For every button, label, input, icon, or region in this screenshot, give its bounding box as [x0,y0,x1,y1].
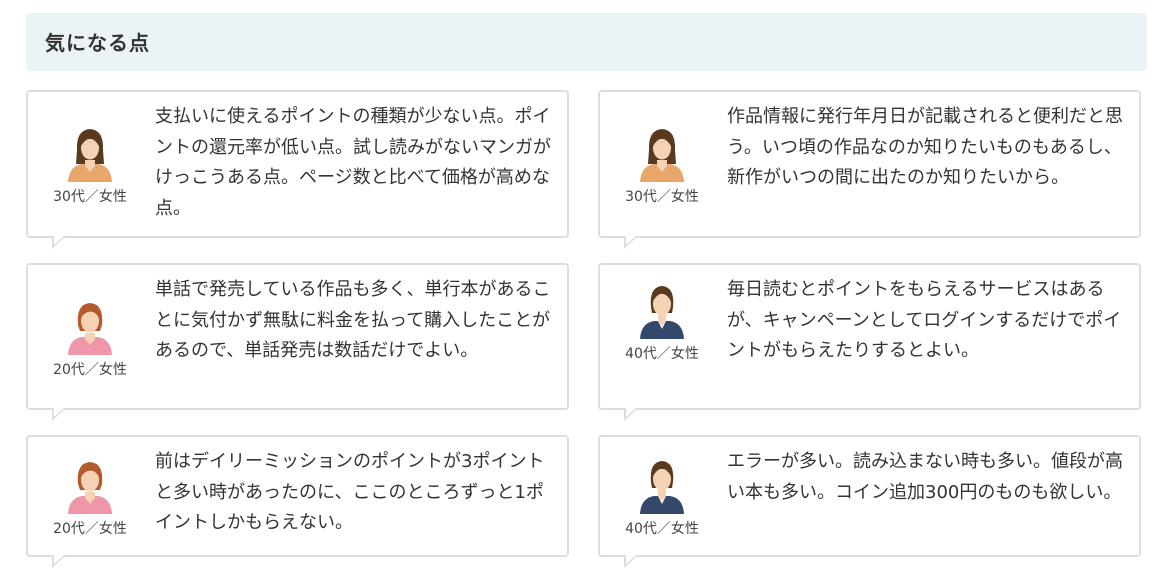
review-comment: 作品情報に発行年月日が記載されると便利だと思う。いつ頃の作品なのか知りたいものも… [727,106,1123,188]
section-header: 気になる点 [26,13,1147,71]
review-comment: 毎日読むとポイントをもらえるサービスはあるが、キャンペーンとしてログインするだけ… [727,279,1122,361]
reviewer-age-gender: 20代／女性 [53,521,127,537]
review-comment: 支払いに使えるポイントの種類が少ない点。ポイントの還元率が低い点。試し読みがない… [155,106,551,219]
reviewer-info: 20代／女性 [28,265,152,408]
female-pink-avatar-icon [68,302,112,355]
reviewer-info: 20代／女性 [28,437,152,555]
female-navy-avatar-icon [640,286,684,339]
reviewer-info: 40代／女性 [600,265,724,408]
section-title: 気になる点 [45,31,150,55]
reviewer-info: 30代／女性 [28,92,152,236]
review-comment: エラーが多い。読み込まない時も多い。値段が高い本も多い。コイン追加300円のもの… [727,451,1123,503]
review-card: 30代／女性 支払いに使えるポイントの種類が少ない点。ポイントの還元率が低い点。… [26,90,569,249]
review-card: 40代／女性 毎日読むとポイントをもらえるサービスはあるが、キャンペーンとしてロ… [598,263,1141,421]
review-card: 20代／女性 前はデイリーミッションのポイントが3ポイントと多い時があったのに、… [26,435,569,568]
review-comment: 前はデイリーミッションのポイントが3ポイントと多い時があったのに、ここのところず… [155,451,545,533]
reviewer-age-gender: 30代／女性 [53,189,127,205]
reviewer-age-gender: 40代／女性 [625,521,699,537]
reviewer-info: 40代／女性 [600,437,724,555]
review-comment: 単話で発売している作品も多く、単行本があることに気付かず無駄に料金を払って購入し… [155,279,551,361]
reviewer-age-gender: 30代／女性 [625,189,699,205]
review-card: 40代／女性 エラーが多い。読み込まない時も多い。値段が高い本も多い。コイン追加… [598,435,1141,568]
reviewer-info: 30代／女性 [600,92,724,236]
reviewer-age-gender: 40代／女性 [625,346,699,362]
female-orange-avatar-icon [640,129,684,182]
review-card: 20代／女性 単話で発売している作品も多く、単行本があることに気付かず無駄に料金… [26,263,569,421]
female-pink-avatar-icon [68,462,112,514]
reviewer-age-gender: 20代／女性 [53,361,127,378]
review-card: 30代／女性 作品情報に発行年月日が記載されると便利だと思う。いつ頃の作品なのか… [598,90,1141,249]
female-navy-avatar-icon [640,461,684,514]
female-orange-avatar-icon [68,129,112,182]
